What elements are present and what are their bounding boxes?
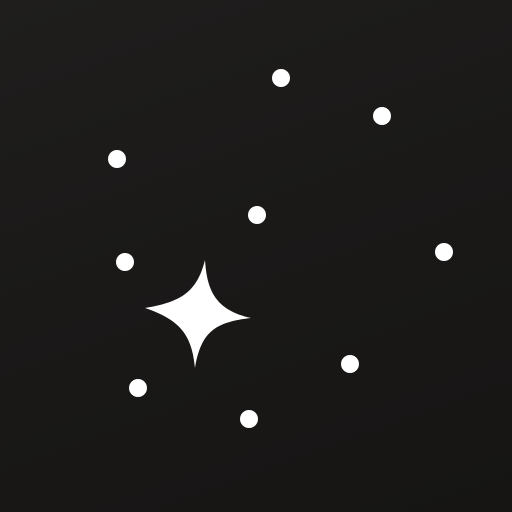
star-dot (116, 253, 134, 271)
star-dot (108, 150, 126, 168)
sparkle-icon (145, 260, 251, 368)
sparkle-shape (145, 260, 251, 368)
star-field-canvas (0, 0, 512, 512)
star-dot (248, 206, 266, 224)
star-dot (373, 107, 391, 125)
star-dot (129, 379, 147, 397)
star-dot (272, 69, 290, 87)
star-dot (435, 243, 453, 261)
star-dot (240, 410, 258, 428)
star-dot (341, 355, 359, 373)
